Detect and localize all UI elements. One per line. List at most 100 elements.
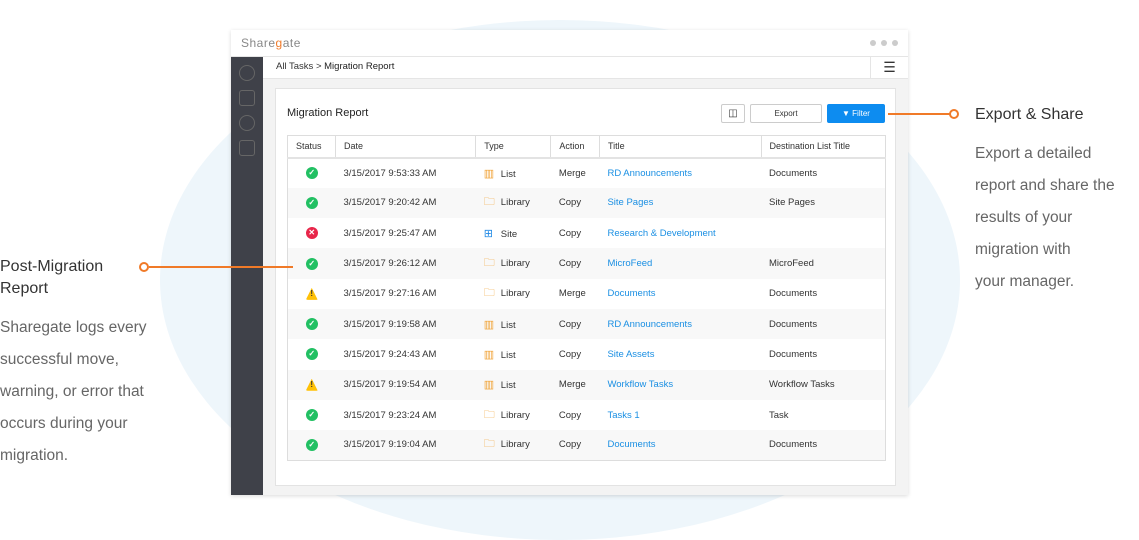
success-icon: ✓ bbox=[305, 167, 318, 180]
destination-cell bbox=[761, 218, 885, 248]
column-header[interactable]: Action bbox=[550, 135, 600, 159]
date-cell: 3/15/2017 9:19:04 AM bbox=[335, 430, 476, 461]
type-cell: List bbox=[500, 168, 516, 180]
date-cell: 3/15/2017 9:23:24 AM bbox=[343, 409, 437, 421]
note-line: results of your bbox=[975, 209, 1073, 226]
table-row[interactable]: ✓ 3/15/2017 9:23:24 AM 🗀 Library Copy Tas… bbox=[288, 400, 886, 430]
breadcrumb-current: Migration Report bbox=[324, 61, 395, 72]
table-row[interactable]: ✓ 3/15/2017 9:26:12 AM 🗀 Library Copy Mic… bbox=[287, 248, 886, 279]
library-icon: 🗀 bbox=[483, 287, 495, 300]
destination-cell: Documents bbox=[761, 308, 886, 340]
success-icon: ✓ bbox=[305, 348, 318, 361]
window-menu-dots[interactable] bbox=[870, 40, 898, 46]
right-note-title: Export & Share bbox=[975, 106, 1084, 123]
destination-cell: Workflow Tasks bbox=[761, 369, 886, 400]
type-cell: Library bbox=[500, 258, 530, 270]
column-header[interactable]: Title bbox=[599, 135, 762, 159]
report-table: Status Date Type Action Title Destination Lis… bbox=[287, 135, 887, 461]
destination-cell: MicroFeed bbox=[761, 248, 886, 279]
success-icon: ✓ bbox=[305, 257, 318, 270]
breadcrumb: All Tasks > Migration Report ☰ bbox=[263, 57, 908, 79]
table-row[interactable]: ✓ 3/15/2017 9:20:42 AM 🗀 Library Copy Sit… bbox=[287, 187, 886, 219]
library-icon: 🗀 bbox=[483, 408, 495, 421]
list-icon: ▥ bbox=[483, 348, 495, 361]
library-icon: 🗀 bbox=[483, 196, 495, 209]
title-link[interactable]: Site Pages bbox=[607, 197, 653, 208]
table-row[interactable]: ✓ 3/15/2017 9:19:58 AM ▥ List Copy RD Ann… bbox=[287, 308, 886, 340]
library-icon: 🗀 bbox=[483, 438, 495, 451]
type-cell: List bbox=[500, 380, 516, 392]
table-row[interactable]: ✕ 3/15/2017 9:25:47 AM ⊞ Site Copy Resear… bbox=[288, 218, 886, 248]
date-cell: 3/15/2017 9:53:33 AM bbox=[343, 167, 437, 179]
app-title: Share g ate bbox=[231, 30, 908, 57]
date-cell: 3/15/2017 9:27:16 AM bbox=[343, 288, 437, 300]
table-row[interactable]: ! 3/15/2017 9:27:16 AM 🗀 Library Merge Do… bbox=[288, 279, 886, 309]
sidebar bbox=[231, 57, 263, 495]
column-header[interactable]: Destination List Title bbox=[761, 135, 887, 159]
note-line: report and share the bbox=[975, 177, 1115, 194]
note-line: warning, or error that bbox=[0, 383, 144, 400]
app-window: Share g ate All Tasks > Migration Report ☰… bbox=[231, 30, 908, 495]
destination-cell: Site Pages bbox=[761, 187, 886, 219]
clipboard-icon[interactable] bbox=[239, 90, 255, 106]
date-cell: 3/15/2017 9:26:12 AM bbox=[335, 248, 476, 279]
title-link[interactable]: Research & Development bbox=[607, 228, 715, 239]
type-cell: Library bbox=[500, 409, 530, 421]
date-cell: 3/15/2017 9:19:58 AM bbox=[335, 308, 476, 340]
action-cell: Copy bbox=[558, 409, 582, 421]
error-icon: ✕ bbox=[305, 227, 318, 240]
right-note: Export & Share Export a detailed report a… bbox=[975, 104, 1139, 298]
title-link[interactable]: Tasks 1 bbox=[607, 410, 639, 421]
title-link[interactable]: MicroFeed bbox=[607, 258, 652, 269]
type-cell: Library bbox=[500, 439, 530, 451]
note-line: migration. bbox=[0, 447, 69, 464]
date-cell: 3/15/2017 9:25:47 AM bbox=[343, 227, 437, 239]
type-cell: List bbox=[500, 319, 516, 331]
table-row[interactable]: ✓ 3/15/2017 9:19:04 AM 🗀 Library Copy Doc… bbox=[287, 430, 886, 461]
site-icon: ⊞ bbox=[483, 227, 494, 240]
columns-add-button[interactable]: ◫ bbox=[721, 104, 745, 123]
report-card: Migration Report ◫ Export ▼ Filter Statu… bbox=[275, 88, 896, 486]
export-button[interactable]: Export bbox=[750, 104, 822, 123]
column-header[interactable]: Status bbox=[287, 135, 336, 159]
title-link[interactable]: Workflow Tasks bbox=[607, 379, 673, 390]
action-cell: Copy bbox=[558, 227, 582, 239]
column-header[interactable]: Date bbox=[335, 135, 477, 159]
action-cell: Copy bbox=[550, 248, 600, 279]
title-link[interactable]: Documents bbox=[607, 439, 655, 450]
list-icon: ▥ bbox=[483, 379, 495, 392]
action-cell: Copy bbox=[550, 430, 600, 461]
filter-button[interactable]: ▼ Filter bbox=[827, 104, 885, 123]
warning-icon: ! bbox=[305, 287, 318, 300]
destination-cell: Documents bbox=[769, 288, 818, 300]
column-header[interactable]: Type bbox=[475, 135, 552, 159]
success-icon: ✓ bbox=[305, 318, 318, 331]
date-cell: 3/15/2017 9:19:54 AM bbox=[335, 369, 476, 400]
breadcrumb-parent[interactable]: All Tasks bbox=[276, 61, 313, 72]
action-cell: Copy bbox=[558, 348, 582, 360]
page-title: Migration Report bbox=[287, 107, 369, 119]
table-row[interactable]: ✓ 3/15/2017 9:24:43 AM ▥ List Copy Site A… bbox=[288, 339, 886, 369]
type-cell: Library bbox=[500, 288, 530, 300]
search-icon[interactable] bbox=[239, 65, 255, 81]
title-link[interactable]: RD Announcements bbox=[607, 319, 692, 330]
layers-icon[interactable]: ☰ bbox=[870, 57, 908, 79]
action-cell: Merge bbox=[550, 369, 600, 400]
note-line: Export a detailed bbox=[975, 145, 1092, 162]
title-link[interactable]: RD Announcements bbox=[607, 168, 692, 179]
title-link[interactable]: Site Assets bbox=[607, 349, 654, 360]
action-cell: Copy bbox=[550, 187, 600, 219]
table-row[interactable]: ! 3/15/2017 9:19:54 AM ▥ List Merge Workf… bbox=[287, 369, 886, 400]
success-icon: ✓ bbox=[305, 409, 318, 422]
filter-icon: ▼ bbox=[842, 109, 853, 118]
table-row[interactable]: ✓ 3/15/2017 9:53:33 AM ▥ List Merge RD An… bbox=[288, 158, 886, 188]
note-line: Sharegate logs every bbox=[0, 319, 147, 336]
chart-icon[interactable] bbox=[239, 115, 255, 131]
title-link[interactable]: Documents bbox=[607, 288, 655, 299]
transfer-icon[interactable] bbox=[239, 140, 255, 156]
type-cell: List bbox=[500, 349, 516, 361]
action-cell: Copy bbox=[550, 308, 600, 340]
date-cell: 3/15/2017 9:20:42 AM bbox=[335, 187, 476, 219]
destination-cell: Documents bbox=[769, 348, 818, 360]
list-icon: ▥ bbox=[483, 167, 495, 180]
